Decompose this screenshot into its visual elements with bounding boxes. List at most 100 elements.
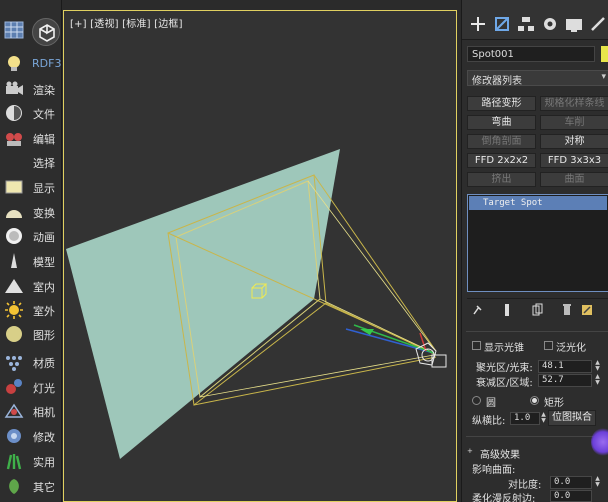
toolbar-item-render[interactable]: 渲染 (0, 77, 62, 101)
toolbar-item-select[interactable]: 选择 (0, 150, 62, 174)
contrast-spinner[interactable]: 0.0 (550, 476, 592, 489)
perspective-viewport[interactable]: [+] [透视] [标准] [边框] (63, 10, 457, 502)
light-icon (6, 379, 22, 394)
rectangle-label: 矩形 (544, 398, 564, 409)
toolbar-item-rdf3[interactable]: RDF3 (0, 52, 62, 76)
toolbar-item-edit[interactable]: 编辑 (0, 126, 62, 150)
modify-icon[interactable] (492, 14, 512, 34)
affect-surfaces-label: 影响曲面: (472, 465, 516, 476)
spinner-arrows-icon[interactable]: ▲ ▼ (594, 374, 601, 387)
modifier-button-lathe[interactable]: 车削 (540, 115, 608, 130)
modifier-stack[interactable]: Target Spot (467, 194, 608, 292)
toolbar-item-camera[interactable]: 相机 (0, 399, 62, 423)
spotlight-source-icon[interactable] (415, 342, 447, 368)
other-icon (9, 479, 19, 494)
grid-icon (4, 21, 24, 39)
toolbar-label: 渲染 (33, 84, 55, 97)
object-name-input[interactable] (467, 46, 595, 62)
utilities-icon[interactable] (588, 14, 608, 34)
modifier-button-extrude[interactable]: 挤出 (467, 172, 536, 187)
modifier-button-bevel-profile[interactable]: 倒角剖面 (467, 134, 536, 149)
modifier-button-path-deform[interactable]: 路径变形 (467, 96, 536, 111)
modifier-button-ffd-3x3x3[interactable]: FFD 3x3x3 (540, 153, 608, 168)
toolbar-item-display[interactable]: 显示 (0, 175, 62, 199)
soften-diffuse-edge-label: 柔化漫反射边: (472, 494, 536, 502)
toolbar-item-modify[interactable]: 修改 (0, 424, 62, 448)
spinner-arrows-icon[interactable]: ▲ ▼ (594, 476, 601, 489)
hotspot-spinner[interactable]: 48.1 (538, 360, 592, 373)
command-panel-tabs (462, 0, 608, 40)
spinner-arrows-icon[interactable]: ▲ ▼ (594, 360, 601, 373)
toolbar-item-other[interactable]: 其它 (0, 474, 62, 498)
toolbar-label: 变换 (33, 207, 55, 220)
falloff-spinner[interactable]: 52.7 (538, 374, 592, 387)
toolbar-item-animation[interactable]: 动画 (0, 224, 62, 248)
configure-sets-icon[interactable] (581, 303, 593, 317)
toolbar-label: 图形 (33, 329, 55, 342)
modifier-button-bend[interactable]: 弯曲 (467, 115, 536, 130)
toolbar-item-light[interactable]: 灯光 (0, 375, 62, 399)
modifier-list-dropdown[interactable]: 修改器列表 ▾ (467, 70, 608, 87)
show-cone-checkbox[interactable] (472, 341, 481, 350)
light-bulb-icon (8, 56, 20, 71)
toolbar-label: 修改 (33, 431, 55, 444)
modifier-button-symmetry[interactable]: 对称 (540, 134, 608, 149)
show-cone-label: 显示光锥 (484, 343, 524, 354)
toolbar-item-shape[interactable]: 图形 (0, 322, 62, 346)
spinner-arrows-icon[interactable]: ▲ ▼ (540, 412, 547, 425)
toolbar-label: 相机 (33, 406, 55, 419)
modifier-button-normalize-spline[interactable]: 规格化样条线 (540, 96, 608, 111)
toolbar-item-model[interactable]: 模型 (0, 249, 62, 273)
advanced-effects-title[interactable]: 高级效果 (480, 446, 520, 461)
interior-icon (5, 279, 23, 293)
rollout-expand-icon[interactable]: + (467, 447, 473, 455)
object-color-swatch[interactable] (601, 46, 608, 62)
aspect-label: 纵横比: (472, 416, 506, 427)
overshoot-checkbox[interactable] (544, 341, 553, 350)
show-end-result-icon[interactable] (501, 303, 513, 317)
select-icon (3, 152, 25, 172)
toolbar-label: RDF3 (32, 57, 62, 70)
toolbar-label: 文件 (33, 108, 55, 121)
pin-stack-icon[interactable] (471, 303, 483, 317)
toolbar-label: 编辑 (33, 133, 55, 146)
toolbar-label: 灯光 (33, 382, 55, 395)
modifier-button-surface[interactable]: 曲面 (540, 172, 608, 187)
hotspot-label: 聚光区/光束: (476, 363, 533, 374)
toolbar-item-transform[interactable]: 变换 (0, 200, 62, 224)
toolbar-item-file[interactable]: 文件 (0, 101, 62, 125)
toolbar-item-utility[interactable]: 实用 (0, 449, 62, 473)
toolbar-label: 室内 (33, 281, 55, 294)
toolbar-item-exterior[interactable]: 室外 (0, 298, 62, 322)
toolbar-label: 实用 (33, 456, 55, 469)
aspect-spinner[interactable]: 1.0 (510, 412, 540, 425)
circle-label: 圆 (486, 398, 496, 409)
soften-spinner[interactable]: 0.0 (550, 490, 592, 502)
toolbar-label: 材质 (33, 357, 55, 370)
plane-object[interactable] (66, 149, 340, 459)
utility-icon (6, 454, 22, 470)
toolbar-item-interior[interactable]: 室内 (0, 274, 62, 298)
circle-radio[interactable] (472, 396, 481, 405)
rectangle-radio[interactable] (530, 396, 539, 405)
stack-toolbar (467, 298, 608, 320)
remove-modifier-icon[interactable] (561, 303, 573, 317)
app-logo-icon[interactable] (32, 18, 60, 46)
falloff-label: 衰减区/区域: (476, 378, 533, 389)
stack-item-target-spot[interactable]: Target Spot (469, 196, 607, 210)
camera-icon (4, 403, 24, 418)
motion-icon[interactable] (540, 14, 560, 34)
make-unique-icon[interactable] (531, 303, 543, 317)
display-icon[interactable] (564, 14, 584, 34)
material-icon (6, 356, 22, 371)
toolbar-item-material[interactable]: 材质 (0, 350, 62, 374)
modifier-button-ffd-2x2x2[interactable]: FFD 2x2x2 (467, 153, 536, 168)
bitmap-fit-button[interactable]: 位图拟合 (548, 410, 596, 426)
hierarchy-icon[interactable] (516, 14, 536, 34)
create-plus-icon[interactable] (468, 14, 488, 34)
left-toolbar: RDF3 渲染 文件 编辑 选择 显示 变换 动画 模型 室内 室外 图形 材质… (0, 0, 62, 502)
viewport-label[interactable]: [+] [透视] [标准] [边框] (70, 15, 183, 30)
transform-icon (6, 210, 22, 218)
scene-canvas[interactable] (64, 11, 457, 502)
toolbar-label: 模型 (33, 256, 55, 269)
